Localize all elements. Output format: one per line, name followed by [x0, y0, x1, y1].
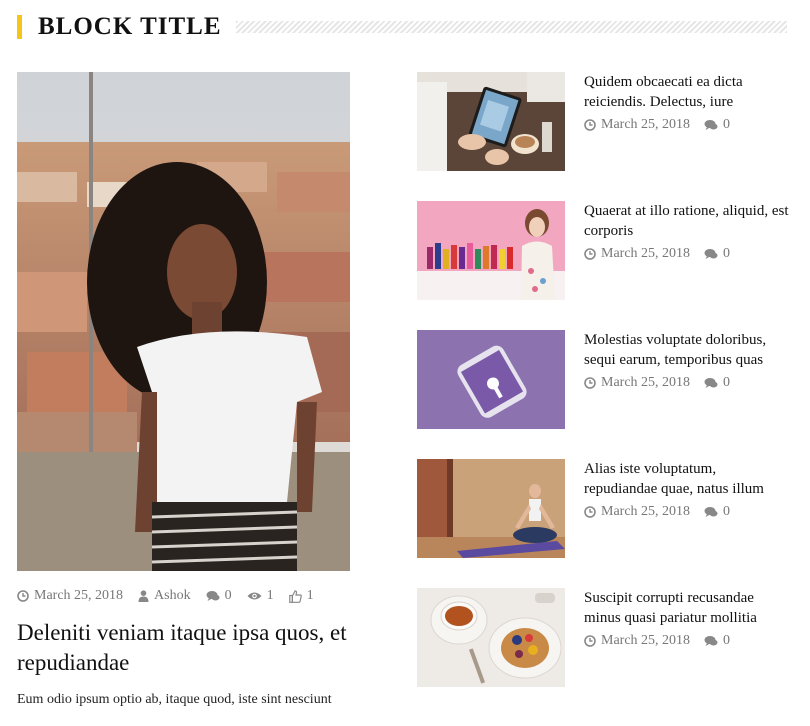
side-post-thumbnail[interactable]	[417, 201, 565, 300]
post-comments-count: 0	[723, 633, 731, 648]
post-date[interactable]: March 25, 2018	[584, 246, 690, 262]
post-date[interactable]: March 25, 2018	[584, 375, 690, 391]
post-comments-count: 0	[723, 117, 731, 132]
user-icon	[138, 590, 149, 602]
side-post-title[interactable]: Alias iste voluptatum, repudiandae quae,…	[584, 459, 789, 499]
post-comments-count: 0	[723, 246, 731, 261]
comment-icon	[704, 635, 718, 647]
post-date[interactable]: March 25, 2018	[17, 588, 123, 604]
side-post: Quidem obcaecati ea dicta reiciendis. De…	[417, 72, 792, 172]
post-date[interactable]: March 25, 2018	[584, 633, 690, 649]
clock-icon	[584, 506, 596, 518]
side-post: Suscipit corrupti recusandae minus quasi…	[417, 588, 792, 688]
side-post-title[interactable]: Suscipit corrupti recusandae minus quasi…	[584, 588, 789, 628]
clock-icon	[584, 248, 596, 260]
post-comments[interactable]: 0	[206, 588, 232, 604]
side-post-body: Suscipit corrupti recusandae minus quasi…	[584, 588, 789, 649]
side-post-body: Alias iste voluptatum, repudiandae quae,…	[584, 459, 789, 520]
clock-icon	[584, 377, 596, 389]
side-post-body: Molestias voluptate doloribus, sequi ear…	[584, 330, 789, 391]
post-comments[interactable]: 0	[704, 633, 730, 649]
side-post-thumbnail[interactable]	[417, 459, 565, 558]
side-post-image-breakfast	[417, 588, 565, 687]
post-comments[interactable]: 0	[704, 117, 730, 133]
comment-icon	[206, 590, 220, 602]
side-post-meta: March 25, 2018 0	[584, 375, 789, 391]
comment-icon	[704, 506, 718, 518]
post-date[interactable]: March 25, 2018	[584, 117, 690, 133]
thumbs-up-icon	[288, 589, 302, 603]
comment-icon	[704, 248, 718, 260]
post-date-text: March 25, 2018	[601, 117, 691, 132]
title-accent-bar	[17, 15, 22, 39]
comment-icon	[704, 377, 718, 389]
post-comments[interactable]: 0	[704, 504, 730, 520]
post-block: BLOCK TITLE March 25, 2018 Ashok 0 1 1 D…	[0, 0, 810, 726]
post-date-text: March 25, 2018	[601, 375, 691, 390]
post-date-text: March 25, 2018	[601, 504, 691, 519]
block-header: BLOCK TITLE	[17, 13, 787, 41]
side-post-meta: March 25, 2018 0	[584, 633, 789, 649]
main-post: March 25, 2018 Ashok 0 1 1 Deleniti veni…	[17, 72, 397, 707]
side-post-body: Quidem obcaecati ea dicta reiciendis. De…	[584, 72, 789, 133]
clock-icon	[584, 119, 596, 131]
side-post-image-yoga	[417, 459, 565, 558]
clock-icon	[17, 590, 29, 602]
post-comments-count: 0	[224, 588, 232, 603]
main-post-thumbnail[interactable]	[17, 72, 350, 571]
post-comments[interactable]: 0	[704, 246, 730, 262]
side-post-image-products	[417, 201, 565, 300]
comment-icon	[704, 119, 718, 131]
post-author-text: Ashok	[154, 588, 191, 603]
post-date[interactable]: March 25, 2018	[584, 504, 690, 520]
main-post-image	[17, 72, 350, 571]
side-post-thumbnail[interactable]	[417, 330, 565, 429]
side-post-title[interactable]: Molestias voluptate doloribus, sequi ear…	[584, 330, 789, 370]
side-post: Molestias voluptate doloribus, sequi ear…	[417, 330, 792, 430]
side-post-thumbnail[interactable]	[417, 72, 565, 171]
post-views-count: 1	[266, 588, 274, 603]
side-post-meta: March 25, 2018 0	[584, 504, 789, 520]
eye-icon	[247, 591, 262, 601]
post-comments[interactable]: 0	[704, 375, 730, 391]
post-date-text: March 25, 2018	[601, 633, 691, 648]
main-post-meta: March 25, 2018 Ashok 0 1 1	[17, 586, 377, 606]
main-post-title[interactable]: Deleniti veniam itaque ipsa quos, et rep…	[17, 618, 397, 678]
side-post-meta: March 25, 2018 0	[584, 246, 789, 262]
post-comments-count: 0	[723, 504, 731, 519]
post-comments-count: 0	[723, 375, 731, 390]
side-post: Alias iste voluptatum, repudiandae quae,…	[417, 459, 792, 559]
side-post-image-phone	[417, 330, 565, 429]
post-date-text: March 25, 2018	[601, 246, 691, 261]
side-post: Quaerat at illo ratione, aliquid, est co…	[417, 201, 792, 301]
block-title: BLOCK TITLE	[38, 13, 222, 40]
side-post-thumbnail[interactable]	[417, 588, 565, 687]
side-post-meta: March 25, 2018 0	[584, 117, 789, 133]
title-stripe-divider	[236, 21, 787, 33]
side-post-title[interactable]: Quidem obcaecati ea dicta reiciendis. De…	[584, 72, 789, 112]
clock-icon	[584, 635, 596, 647]
post-views: 1	[247, 588, 274, 604]
post-likes-count: 1	[306, 588, 314, 603]
side-post-image-tablet	[417, 72, 565, 171]
side-post-body: Quaerat at illo ratione, aliquid, est co…	[584, 201, 789, 262]
post-author[interactable]: Ashok	[138, 588, 191, 604]
main-post-excerpt: Eum odio ipsum optio ab, itaque quod, is…	[17, 692, 332, 707]
side-post-title[interactable]: Quaerat at illo ratione, aliquid, est co…	[584, 201, 789, 241]
post-date-text: March 25, 2018	[34, 588, 124, 603]
post-likes[interactable]: 1	[288, 588, 314, 604]
